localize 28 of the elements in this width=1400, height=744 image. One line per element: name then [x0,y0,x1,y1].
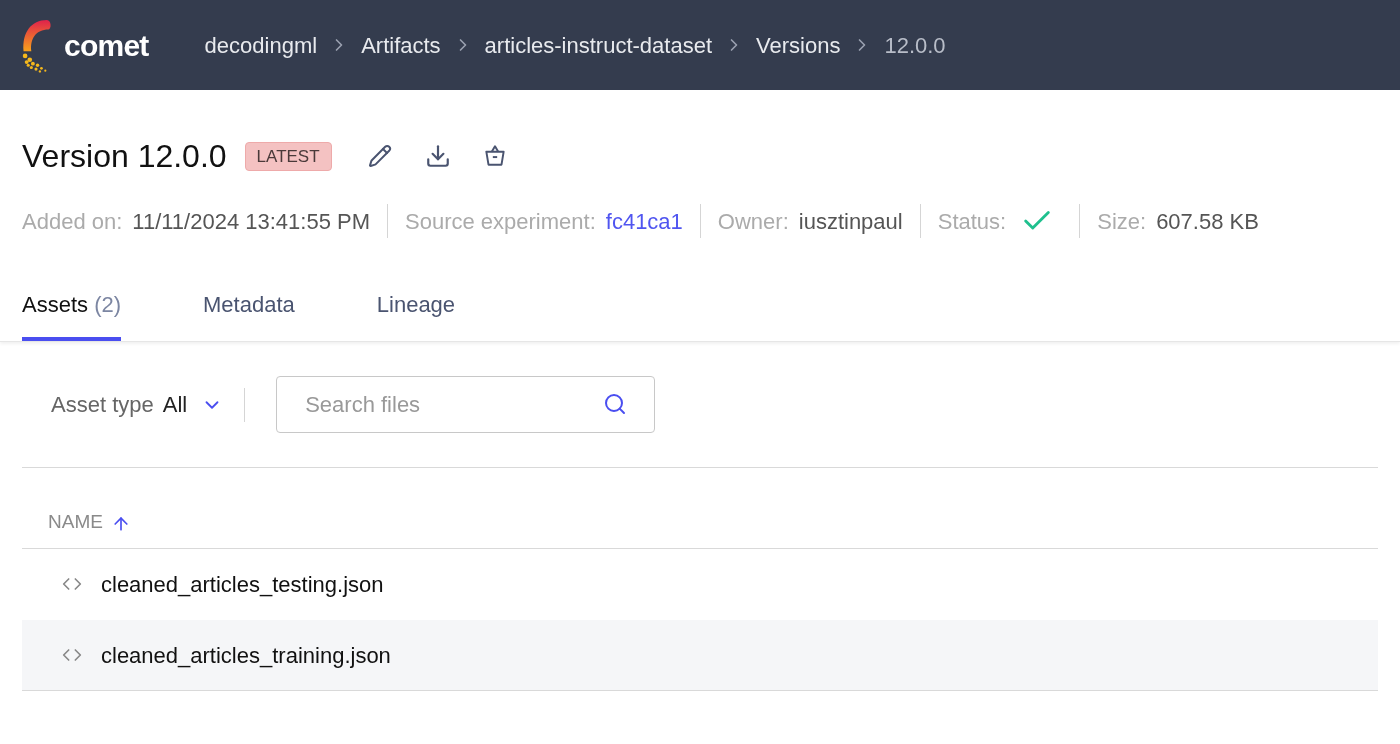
breadcrumb-link[interactable]: Artifacts [361,28,441,62]
download-icon[interactable] [424,143,451,169]
breadcrumb-link[interactable]: Versions [756,28,841,62]
latest-badge: LATEST [244,141,332,171]
meta-label: Source experiment: [405,207,596,236]
file-name: cleaned_articles_training.json [101,641,391,670]
meta-value: iusztinpaul [798,207,903,236]
breadcrumb-link[interactable]: articles-instruct-dataset [484,28,712,62]
meta-label: Added on: [22,207,123,236]
meta-label: Owner: [717,207,789,236]
tab[interactable]: Metadata [203,288,295,341]
breadcrumb-link[interactable]: 12.0.0 [884,28,946,62]
tab[interactable]: Lineage [376,288,456,341]
search-icon [603,392,628,416]
breadcrumb-link[interactable]: decodingml [204,28,318,62]
meta-label: Size: [1097,207,1147,236]
meta-label: Status: [937,207,1007,236]
experiment-link[interactable]: fc41ca1 [605,204,683,238]
version-title: Version 12.0.0 [22,140,227,172]
file-name: cleaned_articles_testing.json [101,570,384,599]
search-field[interactable]: Search files [276,376,656,433]
logo-text: comet [64,27,149,64]
meta-value: 607.58 KB [1156,207,1259,236]
asset-type-dropdown[interactable]: Asset type All [51,388,224,421]
meta-value: 11/11/2024 13:41:55 PM [132,207,370,236]
file-row[interactable]: cleaned_articles_training.json [22,620,1378,691]
tab[interactable]: Assets (2) [22,288,122,341]
edit-icon[interactable] [367,144,392,168]
